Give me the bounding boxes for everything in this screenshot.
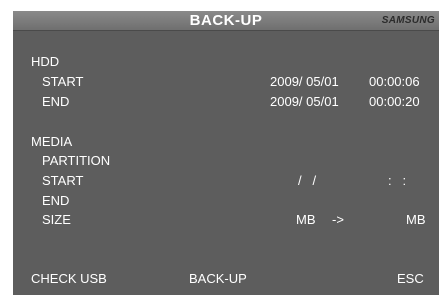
hdd-start-label: START [42, 74, 84, 89]
media-end-label: END [42, 193, 70, 208]
check-usb-button[interactable]: CHECK USB [31, 270, 107, 288]
hdd-end-time: 00:00:20 [369, 94, 420, 109]
page-title: BACK-UP [189, 12, 263, 29]
media-section-row: MEDIA [13, 133, 439, 151]
brand-logo: SAMSUNG [381, 15, 435, 26]
media-start-time: : : [388, 173, 407, 188]
hdd-start-time: 00:00:06 [369, 74, 420, 89]
esc-button[interactable]: ESC [397, 270, 424, 288]
media-end-row[interactable]: END [13, 192, 439, 210]
media-start-row[interactable]: START / / : : [13, 172, 439, 190]
title-bar: BACK-UP SAMSUNG [13, 11, 439, 31]
hdd-end-row[interactable]: END 2009/ 05/01 00:00:20 [13, 93, 439, 111]
media-size-label: SIZE [42, 212, 71, 227]
hdd-section-row: HDD [13, 53, 439, 71]
media-size-from-unit: MB [296, 212, 316, 227]
media-size-arrow: -> [332, 212, 344, 227]
footer-actions: CHECK USB BACK-UP ESC [13, 270, 439, 288]
media-label: MEDIA [31, 134, 73, 149]
backup-button[interactable]: BACK-UP [189, 270, 247, 288]
hdd-end-label: END [42, 94, 70, 109]
hdd-end-date: 2009/ 05/01 [270, 94, 339, 109]
media-size-row[interactable]: SIZE MB -> MB [13, 211, 439, 229]
media-size-to-unit: MB [406, 212, 426, 227]
hdd-start-date: 2009/ 05/01 [270, 74, 339, 89]
media-start-date: / / [298, 173, 317, 188]
hdd-start-row[interactable]: START 2009/ 05/01 00:00:06 [13, 73, 439, 91]
backup-screen: BACK-UP SAMSUNG HDD START 2009/ 05/01 00… [13, 11, 439, 295]
media-partition-label: PARTITION [42, 153, 111, 168]
media-partition-row[interactable]: PARTITION [13, 152, 439, 170]
media-start-label: START [42, 173, 84, 188]
hdd-label: HDD [31, 54, 60, 69]
